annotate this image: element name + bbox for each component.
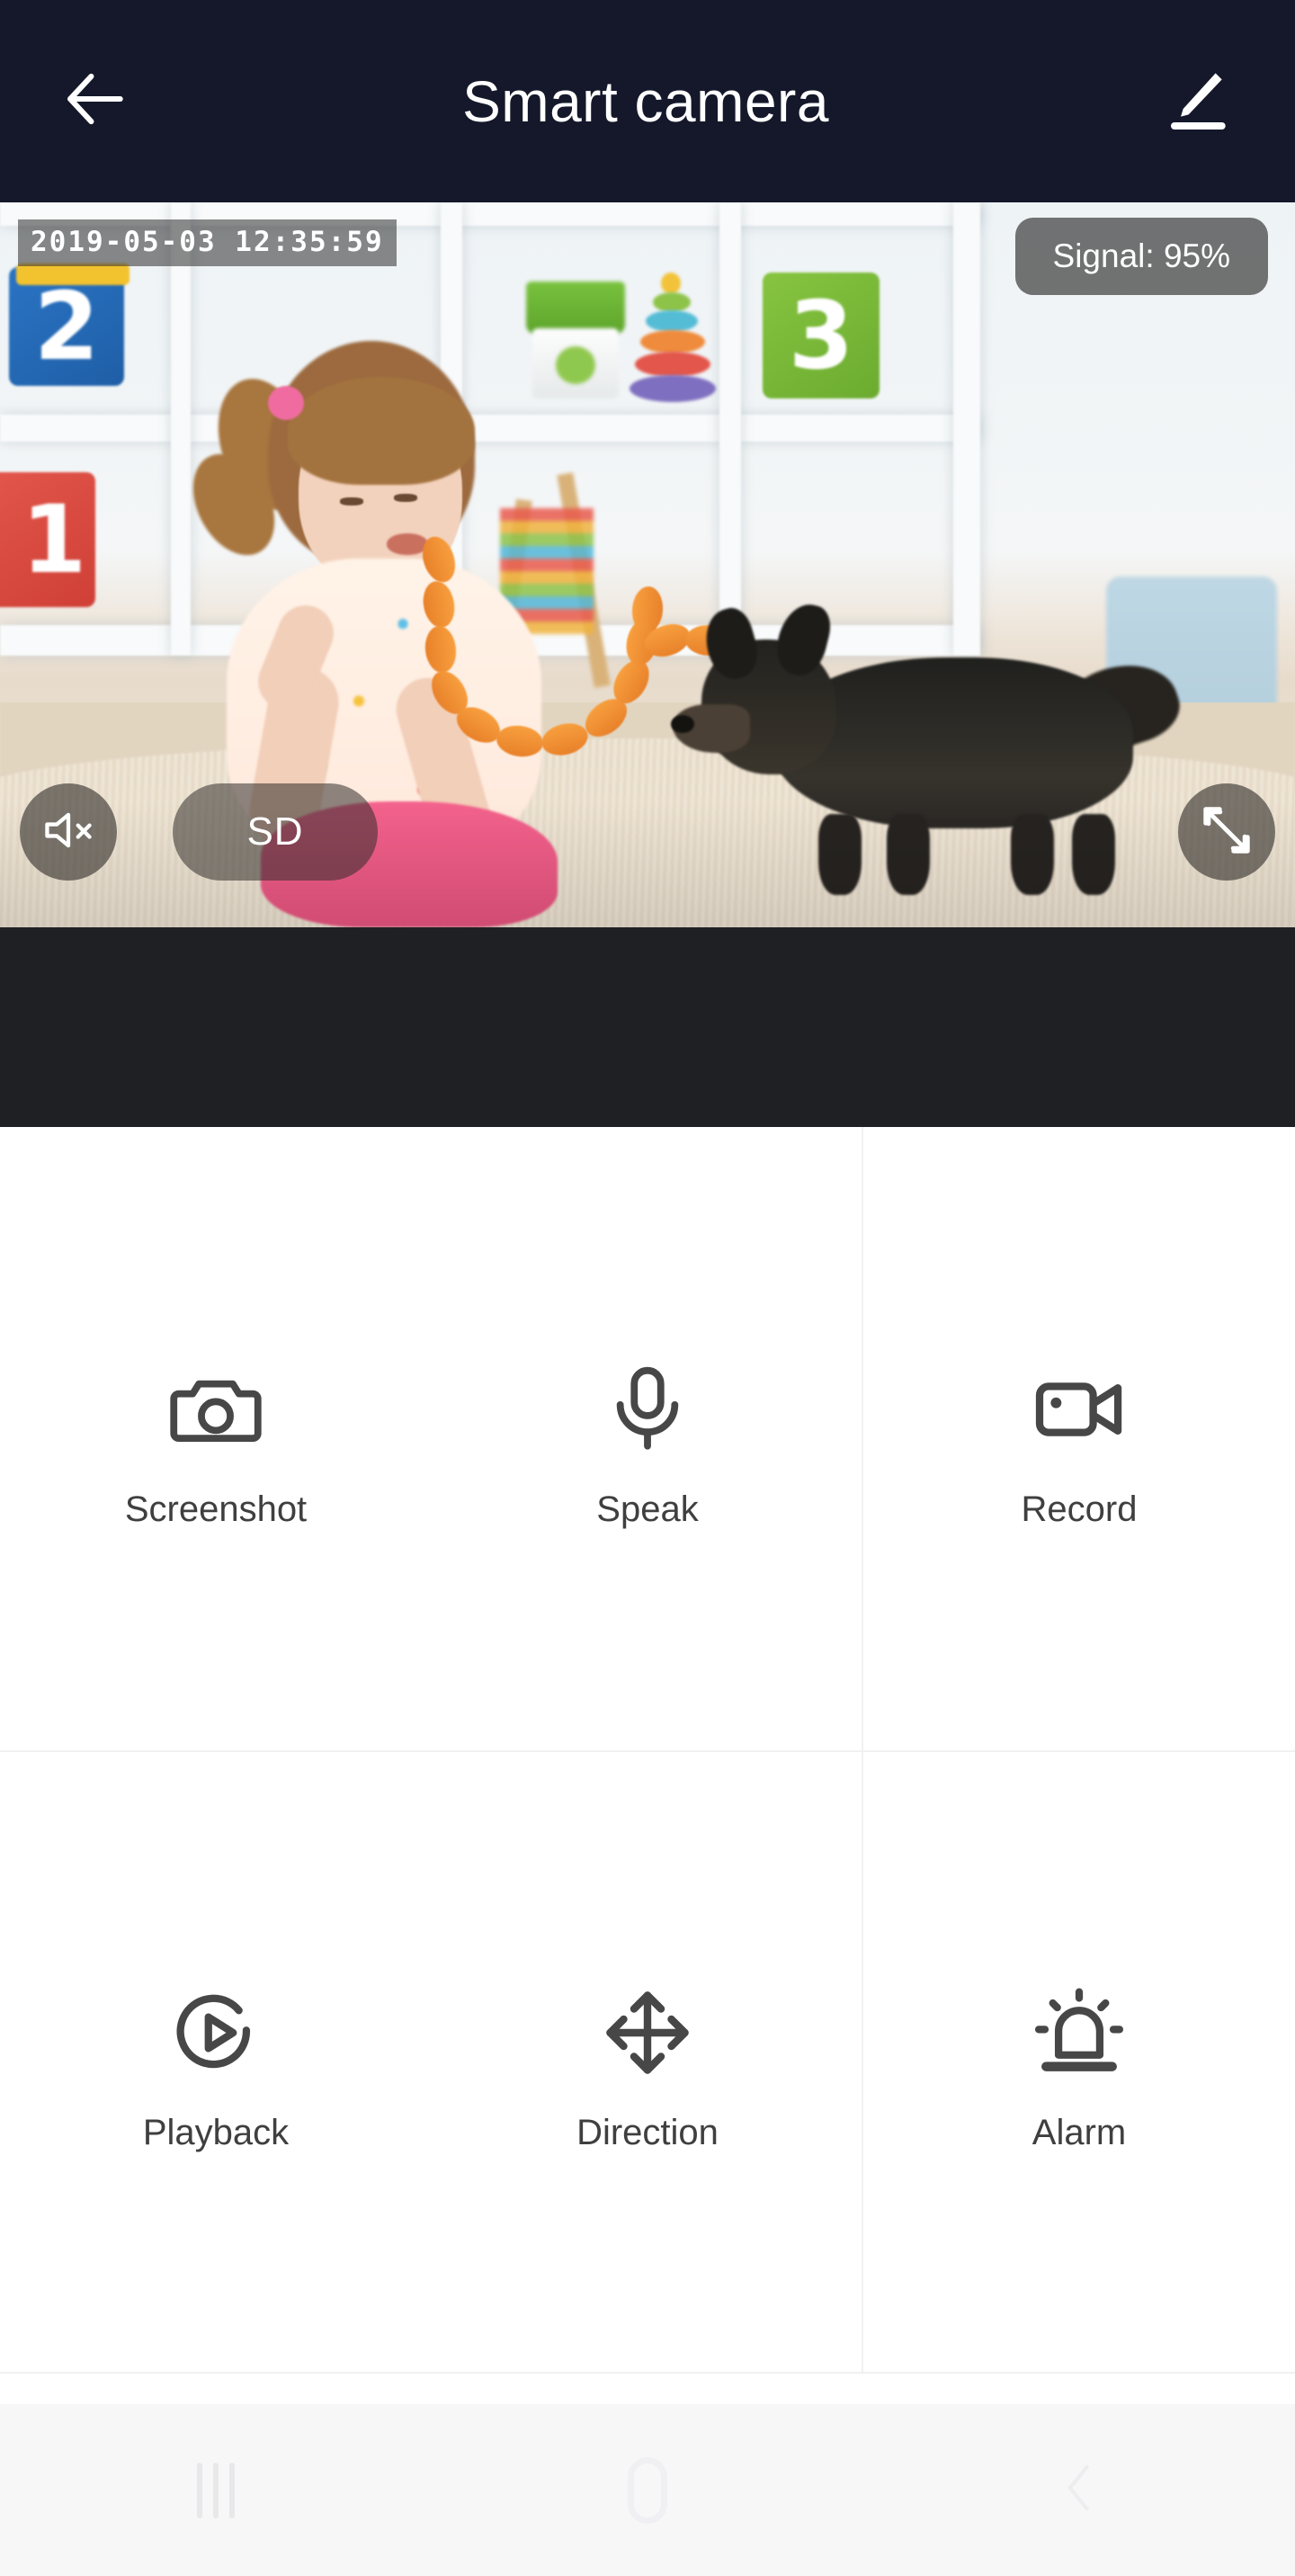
function-playback[interactable]: Playback <box>0 1750 432 2374</box>
video-quality-label: SD <box>246 809 304 854</box>
signal-strength-badge: Signal: 95% <box>1014 218 1268 295</box>
grid-bottom-divider <box>0 2372 1295 2374</box>
video-timestamp: 2019-05-03 12:35:59 <box>18 219 397 266</box>
smart-camera-screen: Smart camera 2 1 3 2019-05-03 12:35:59 S… <box>0 0 1295 2576</box>
function-label: Screenshot <box>124 1489 308 1529</box>
home-icon <box>628 2456 667 2524</box>
grid-row-divider <box>0 1750 1295 1752</box>
function-record[interactable]: Record <box>863 1127 1295 1750</box>
function-direction[interactable]: Direction <box>432 1750 863 2374</box>
function-label: Alarm <box>1032 2112 1127 2152</box>
arrow-left-icon <box>56 60 133 142</box>
back-chevron-icon <box>1048 2456 1111 2524</box>
live-video-view[interactable]: 2 1 3 2019-05-03 12:35:59 Signal: 95% SD <box>0 202 1295 927</box>
video-letterbox-band <box>0 927 1295 1127</box>
function-grid: Screenshot Speak Record Playback Directi… <box>0 1127 1295 2374</box>
fullscreen-expand-icon <box>1199 802 1255 863</box>
function-label: Playback <box>142 2112 290 2152</box>
recents-button[interactable] <box>144 2437 288 2545</box>
function-label: Direction <box>576 2112 719 2152</box>
camera-icon <box>157 1351 274 1468</box>
function-alarm[interactable]: Alarm <box>863 1750 1295 2374</box>
speaker-mute-icon <box>41 803 95 862</box>
app-header: Smart camera <box>0 0 1295 202</box>
function-label: Record <box>1021 1489 1138 1529</box>
mute-toggle-button[interactable] <box>20 783 117 881</box>
function-speak[interactable]: Speak <box>432 1127 863 1750</box>
siren-icon <box>1021 1974 1138 2091</box>
fullscreen-button[interactable] <box>1178 783 1275 881</box>
pencil-icon <box>1161 63 1233 139</box>
video-camera-icon <box>1021 1351 1138 1468</box>
function-label: Speak <box>596 1489 699 1529</box>
function-screenshot[interactable]: Screenshot <box>0 1127 432 1750</box>
edit-button[interactable] <box>1130 34 1264 169</box>
page-title: Smart camera <box>462 68 829 134</box>
microphone-icon <box>589 1351 706 1468</box>
android-navigation-bar <box>0 2404 1295 2576</box>
move-arrows-icon <box>589 1974 706 2091</box>
video-quality-button[interactable]: SD <box>173 783 378 881</box>
back-button[interactable] <box>27 34 162 169</box>
play-circle-icon <box>157 1974 274 2091</box>
back-nav-button[interactable] <box>1007 2437 1151 2545</box>
home-button[interactable] <box>576 2437 719 2545</box>
recents-icon <box>197 2462 235 2518</box>
